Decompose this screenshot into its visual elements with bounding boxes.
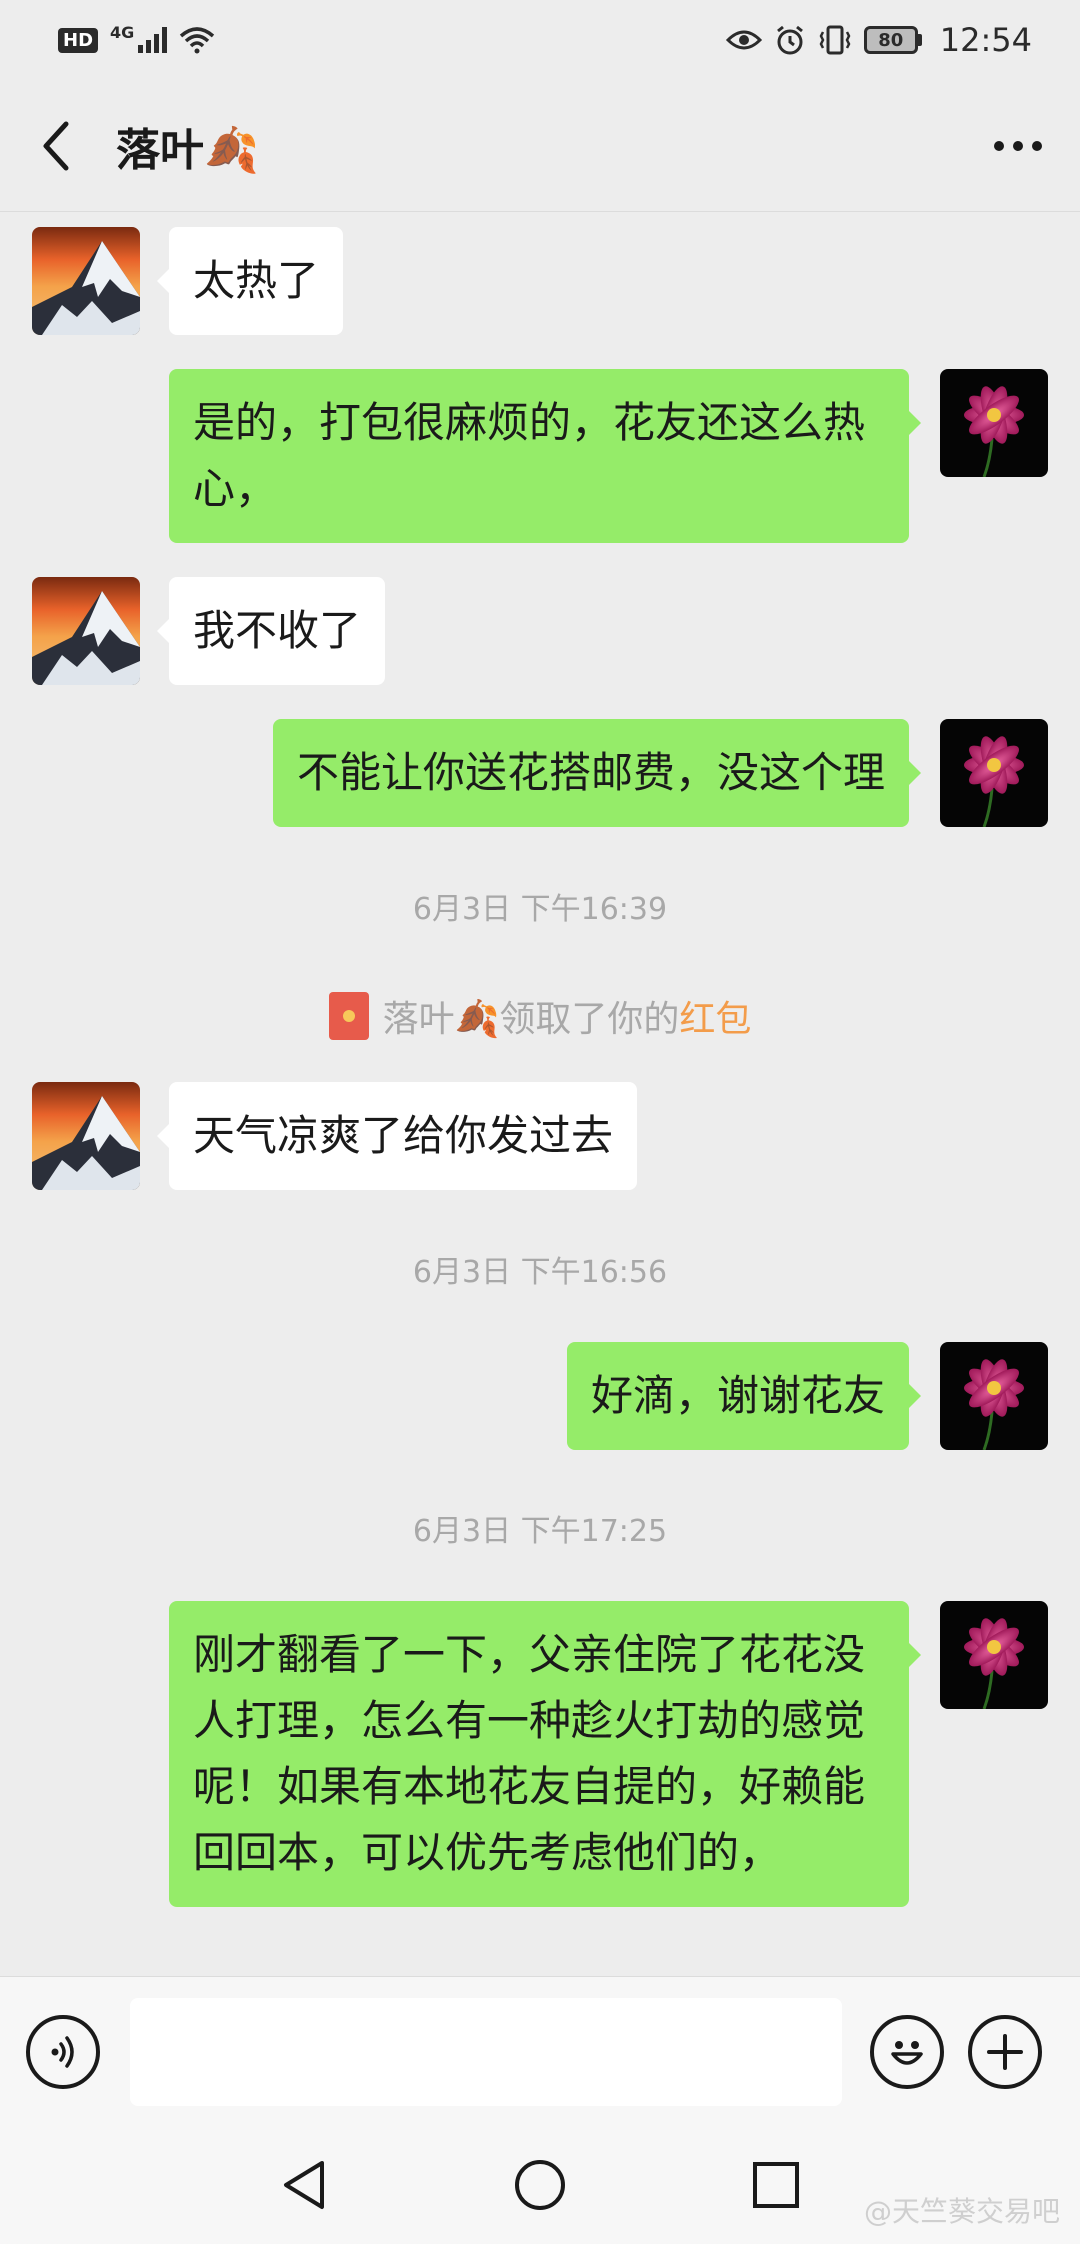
watermark: @天竺葵交易吧 <box>863 2195 1060 2228</box>
red-packet-link[interactable]: 红包 <box>679 990 751 1042</box>
my-avatar[interactable] <box>940 1342 1048 1450</box>
contact-avatar[interactable] <box>32 1082 140 1190</box>
more-button[interactable] <box>988 116 1048 176</box>
contact-avatar[interactable] <box>32 577 140 685</box>
my-avatar[interactable] <box>940 719 1048 827</box>
clock: 12:54 <box>939 21 1032 59</box>
system-nav-bar: @天竺葵交易吧 <box>0 2126 1080 2244</box>
contact-avatar[interactable] <box>32 227 140 335</box>
home-circle-icon[interactable] <box>512 2157 568 2213</box>
notice-text: 落叶🍂领取了你的 <box>382 999 680 1040</box>
chat-title: 落叶🍂 <box>116 124 259 176</box>
back-arrow-icon <box>43 121 69 170</box>
status-left: HD 4G <box>58 22 215 54</box>
my-avatar[interactable] <box>940 369 1048 477</box>
battery-level: 80 <box>863 26 918 54</box>
timestamp: 6月3日 下午16:39 <box>412 892 668 927</box>
input-bar <box>0 1976 1080 2126</box>
battery-indicator: 80 <box>863 26 922 54</box>
message-input[interactable] <box>130 1997 842 2106</box>
plus-button[interactable] <box>968 2014 1042 2089</box>
more-icon <box>994 140 1042 151</box>
chat-area[interactable]: 太热了 是的，打包很麻烦的，花友还这么热心， 我不收了 不能让你送花搭邮费，没这… <box>0 212 1080 1976</box>
back-triangle-icon[interactable] <box>278 2157 330 2213</box>
voice-button[interactable] <box>26 2014 100 2089</box>
alarm-icon <box>776 25 803 55</box>
outgoing-bubble[interactable]: 不能让你送花搭邮费，没这个理 <box>272 719 922 827</box>
red-packet-icon <box>328 992 369 1040</box>
incoming-bubble[interactable]: 太热了 <box>156 227 344 335</box>
voice-icon <box>51 2035 74 2068</box>
incoming-bubble[interactable]: 天气凉爽了给你发过去 <box>156 1082 638 1190</box>
outgoing-bubble[interactable]: 是的，打包很麻烦的，花友还这么热心， <box>169 369 921 543</box>
wifi-icon <box>180 27 215 54</box>
eye-icon <box>725 30 762 50</box>
timestamp: 6月3日 下午17:25 <box>412 1514 668 1549</box>
network-type: 4G <box>110 22 135 42</box>
my-avatar[interactable] <box>940 1601 1048 1709</box>
vibrate-icon <box>819 25 851 55</box>
timestamp: 6月3日 下午16:56 <box>412 1255 668 1290</box>
signal-icon <box>138 27 168 53</box>
back-button[interactable] <box>32 116 80 176</box>
emoji-icon <box>891 2040 923 2065</box>
incoming-bubble[interactable]: 我不收了 <box>156 577 386 685</box>
outgoing-bubble[interactable]: 好滴，谢谢花友 <box>566 1342 922 1450</box>
hd-badge: HD <box>58 27 99 53</box>
recents-square-icon[interactable] <box>750 2159 802 2211</box>
outgoing-bubble[interactable]: 刚才翻看了一下，父亲住院了花花没人打理，怎么有一种趁火打劫的感觉呢！如果有本地花… <box>169 1601 921 1907</box>
status-bar: HD 4G 80 12:54 <box>0 0 1080 80</box>
status-right: 80 12:54 <box>725 21 1032 59</box>
system-notice: 落叶🍂领取了你的 红包 <box>0 990 1080 1042</box>
plus-icon <box>987 2033 1023 2070</box>
chat-header: 落叶🍂 <box>0 80 1080 212</box>
emoji-button[interactable] <box>870 2014 944 2089</box>
